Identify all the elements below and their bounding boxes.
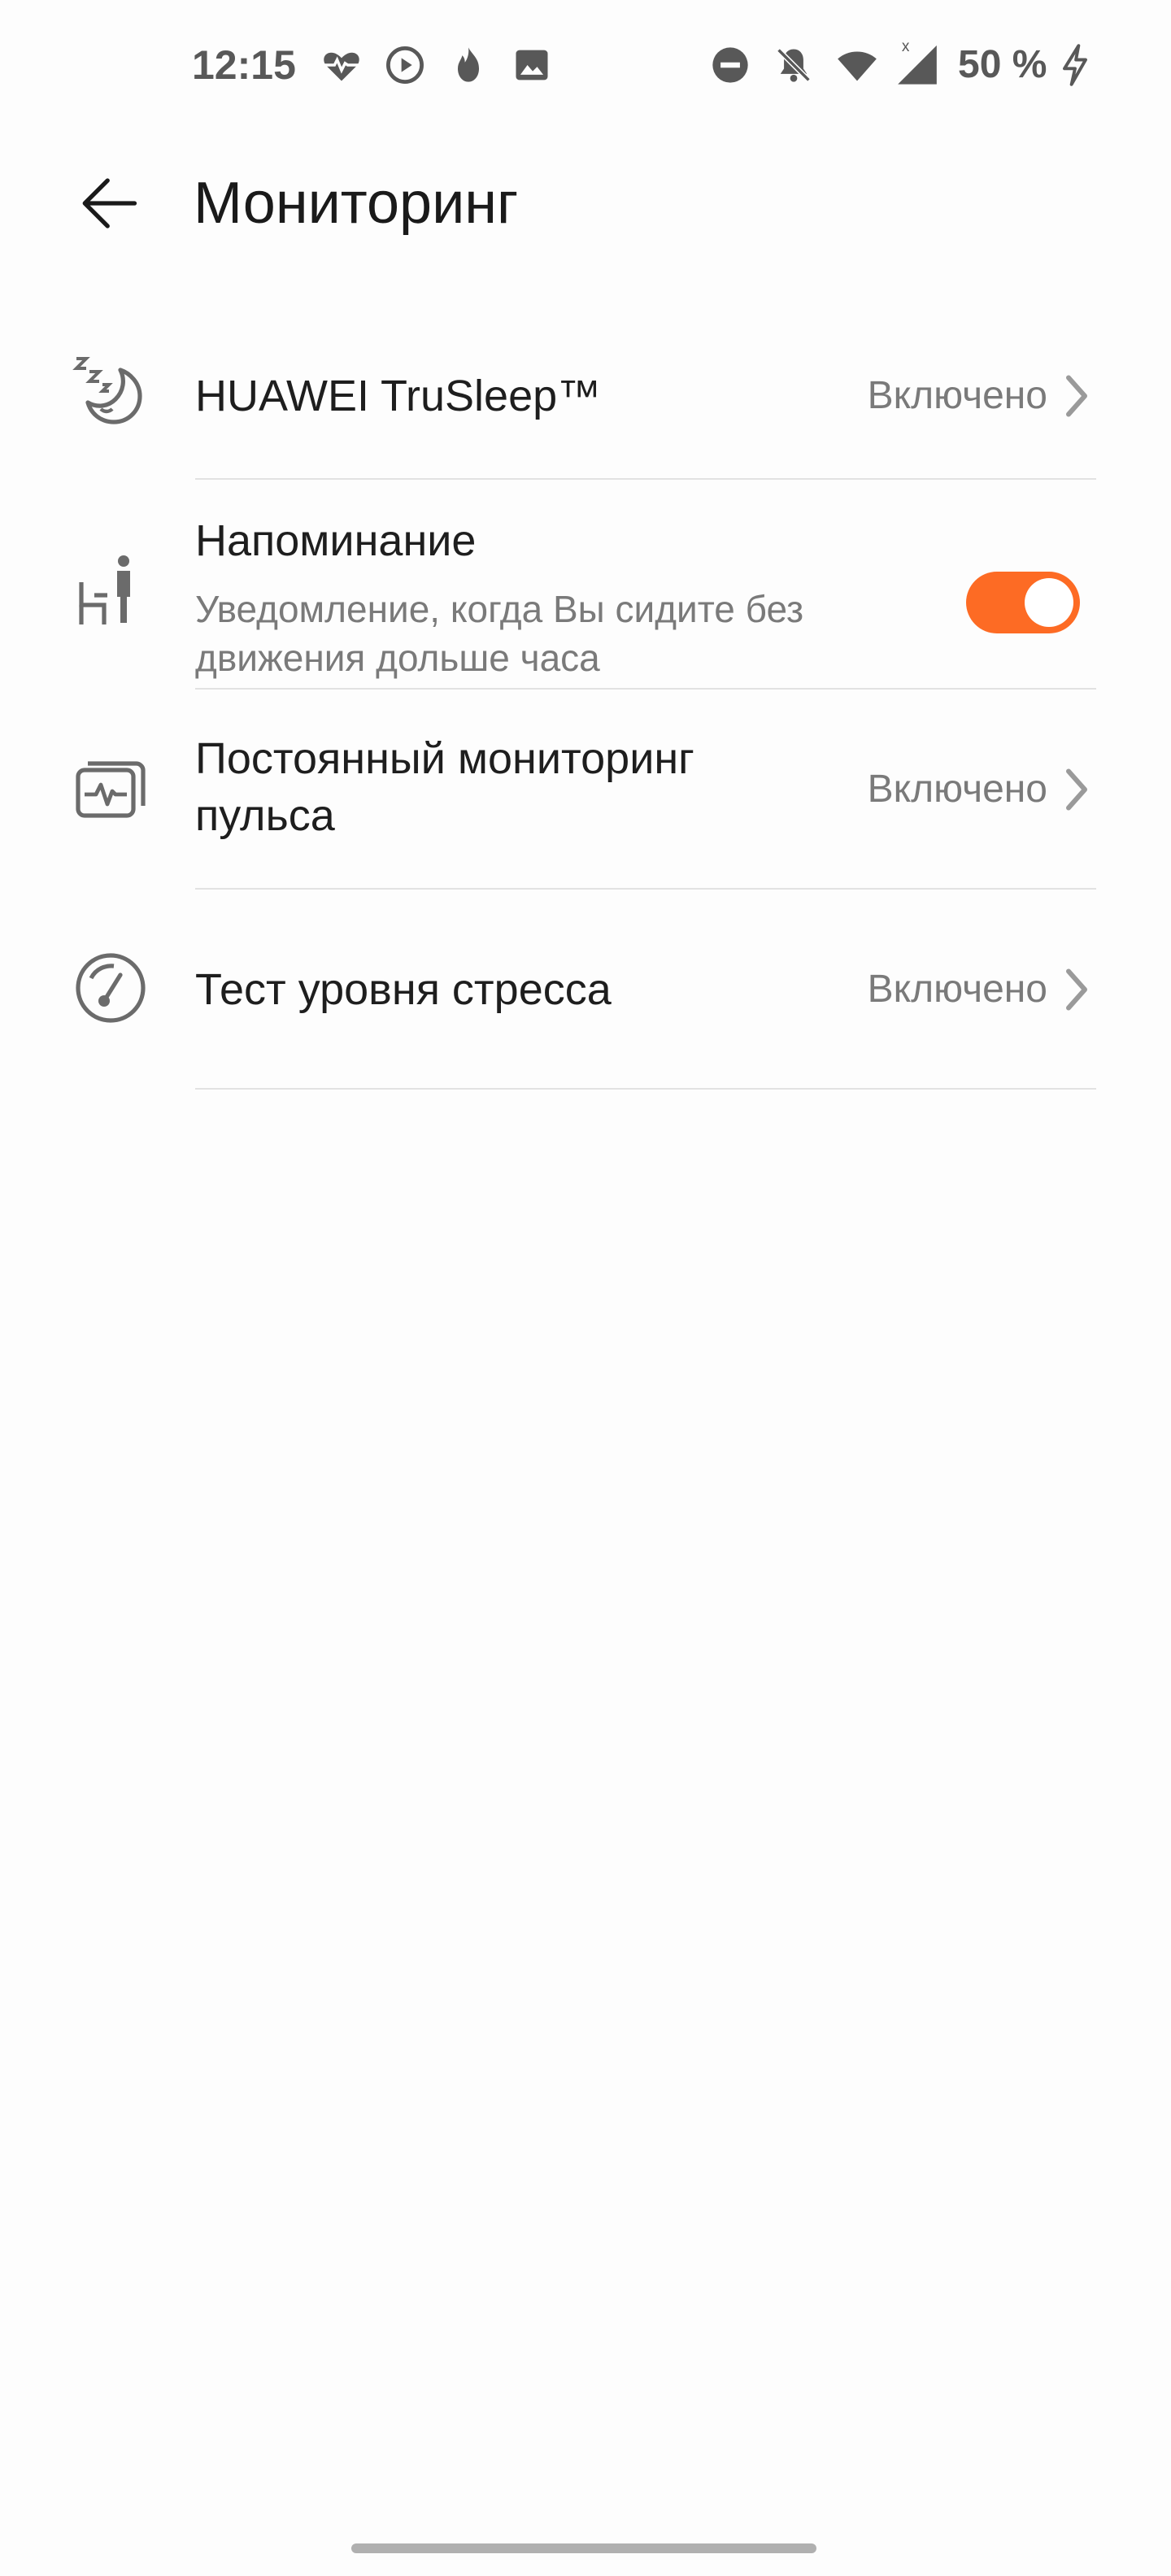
heart-rate-icon	[324, 52, 359, 81]
arrow-left-icon	[82, 178, 137, 228]
status-time: 12:15	[192, 42, 296, 88]
wifi-icon	[838, 51, 877, 81]
image-icon	[516, 50, 548, 80]
sleep-moon-icon	[72, 357, 142, 424]
continuous-hr-status: Включено	[867, 768, 1047, 811]
do-not-disturb-icon	[712, 47, 748, 83]
reminder-subtitle-line2: движения дольше часа	[195, 637, 600, 679]
chevron-right-icon	[1066, 375, 1087, 417]
settings-list: HUAWEI TruSleep™ Включено Напоминание Ув…	[0, 305, 1171, 1090]
page-title: Мониторинг	[194, 171, 519, 236]
chevron-right-icon	[1066, 768, 1087, 811]
continuous-hr-title-line1: Постоянный мониторинг	[195, 734, 694, 783]
stress-gauge-icon	[76, 953, 146, 1023]
stress-test-row[interactable]: Тест уровня стресса Включено	[0, 890, 1171, 1090]
battery-percent: 50 %	[958, 43, 1047, 86]
reminder-title: Напоминание	[195, 516, 477, 565]
heart-monitor-icon	[76, 761, 146, 818]
charging-icon	[1063, 44, 1087, 86]
inactivity-reminder-row[interactable]: Напоминание Уведомление, когда Вы сидите…	[0, 480, 1171, 690]
home-indicator[interactable]	[351, 2543, 816, 2553]
reminder-subtitle-line1: Уведомление, когда Вы сидите без	[195, 588, 804, 630]
app-header: Мониторинг	[0, 146, 1171, 252]
stress-test-status: Включено	[867, 968, 1047, 1011]
continuous-hr-title-line2: пульса	[195, 791, 335, 840]
back-button[interactable]	[68, 163, 150, 244]
svg-text:x: x	[902, 38, 910, 55]
signal-icon: x	[898, 38, 937, 85]
play-circle-icon	[386, 46, 424, 84]
flame-icon	[458, 47, 479, 82]
stress-test-title: Тест уровня стресса	[195, 965, 612, 1014]
sitting-person-icon	[79, 555, 130, 624]
divider	[195, 1088, 1096, 1090]
continuous-hr-row[interactable]: Постоянный мониторинг пульса Включено	[0, 690, 1171, 890]
bell-off-icon	[777, 48, 811, 82]
trusleep-row[interactable]: HUAWEI TruSleep™ Включено	[0, 305, 1171, 480]
reminder-toggle[interactable]	[966, 572, 1080, 633]
chevron-right-icon	[1066, 968, 1087, 1011]
trusleep-status: Включено	[867, 374, 1047, 417]
trusleep-title: HUAWEI TruSleep™	[195, 372, 602, 420]
status-bar: 12:15 x 50 %	[0, 33, 1171, 98]
toggle-knob	[1025, 578, 1073, 627]
screen: 12:15 x 50 % Мониторинг HUAWEI TruSleep™…	[0, 0, 1171, 2576]
